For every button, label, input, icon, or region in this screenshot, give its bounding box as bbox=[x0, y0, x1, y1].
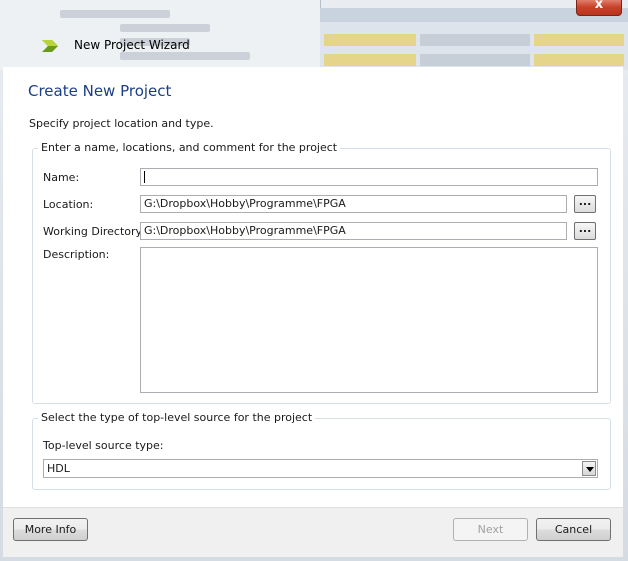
dialog-content: Create New Project Specify project locat… bbox=[3, 67, 623, 507]
name-label: Name: bbox=[43, 171, 80, 184]
name-field[interactable] bbox=[140, 168, 598, 186]
location-label: Location: bbox=[43, 198, 94, 211]
more-info-button[interactable]: More Info bbox=[13, 518, 88, 541]
location-field[interactable]: G:\Dropbox\Hobby\Programme\FPGA bbox=[140, 195, 567, 213]
source-type-legend: Select the type of top-level source for … bbox=[38, 411, 316, 424]
source-type-select[interactable]: HDL bbox=[43, 459, 598, 478]
project-details-legend: Enter a name, locations, and comment for… bbox=[38, 141, 341, 154]
location-browse-button[interactable]: ... bbox=[574, 195, 596, 213]
wizard-dialog: Create New Project Specify project locat… bbox=[3, 67, 623, 557]
chevron-down-icon[interactable] bbox=[582, 461, 596, 476]
description-label: Description: bbox=[43, 248, 110, 261]
working-directory-browse-button[interactable]: ... bbox=[574, 222, 596, 240]
close-button[interactable]: x bbox=[576, 0, 622, 16]
page-subtitle: Specify project location and type. bbox=[29, 117, 214, 130]
footer-divider bbox=[3, 507, 623, 508]
cancel-button[interactable]: Cancel bbox=[536, 518, 611, 541]
page-title: Create New Project bbox=[28, 82, 172, 100]
next-button[interactable]: Next bbox=[453, 518, 528, 541]
project-details-group: Enter a name, locations, and comment for… bbox=[32, 141, 611, 404]
wizard-arrow-icon bbox=[42, 40, 58, 52]
source-type-label: Top-level source type: bbox=[43, 439, 164, 452]
window-title: New Project Wizard bbox=[74, 38, 190, 52]
source-type-group: Select the type of top-level source for … bbox=[32, 411, 611, 490]
source-type-value: HDL bbox=[47, 462, 70, 475]
description-textarea[interactable] bbox=[140, 247, 598, 393]
text-caret bbox=[144, 171, 145, 183]
working-directory-field[interactable]: G:\Dropbox\Hobby\Programme\FPGA bbox=[140, 222, 567, 240]
working-directory-label: Working Directory: bbox=[43, 225, 145, 238]
